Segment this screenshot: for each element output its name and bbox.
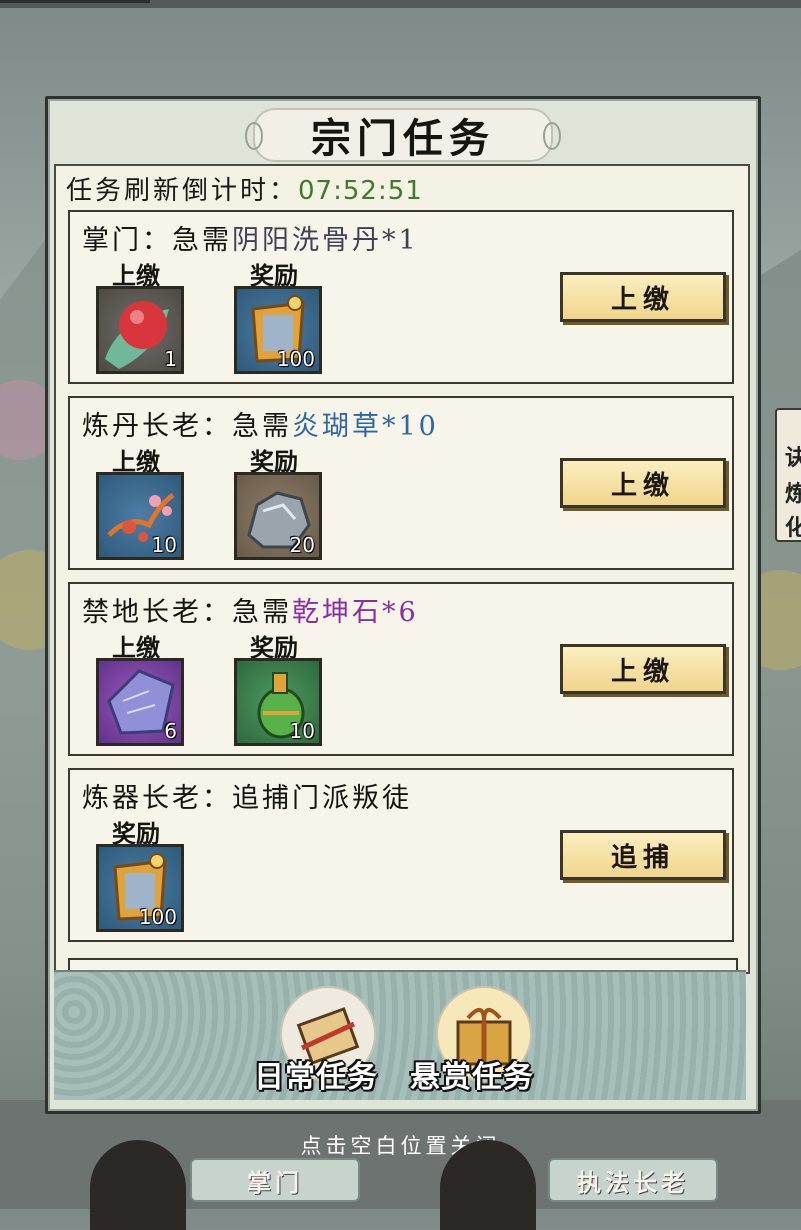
submit-button[interactable]: 上缴 [560,458,726,508]
submit-item-slot[interactable]: 10 [96,472,184,560]
item-count: *10 [382,411,439,442]
task-giver: 炼丹长老 [82,411,202,442]
reward-item-slot[interactable]: 20 [234,472,322,560]
timer-value: 07:52:51 [298,176,423,206]
submit-button[interactable]: 上缴 [560,644,726,694]
submit-button[interactable]: 上缴 [560,272,726,322]
item-count: *6 [382,597,419,628]
panel-title: 宗门任务 [245,108,561,162]
submit-item-slot[interactable]: 6 [96,658,184,746]
tab-label: 日常任务 [254,1060,378,1095]
task-title: 炼器长老：追捕门派叛徒 [82,776,412,815]
task-request: ：急需 [142,225,232,256]
item-quantity: 100 [138,905,177,929]
item-name: 阴阳洗骨丹 [232,225,382,256]
item-count: *1 [382,225,419,256]
submit-item-slot[interactable]: 1 [96,286,184,374]
task-list[interactable]: 任务刷新倒计时：07:52:51 掌门：急需阴阳洗骨丹*1 上缴 奖励 1 10… [54,164,750,974]
item-quantity: 1 [164,347,177,371]
item-quantity: 10 [151,533,177,557]
task-title: 炼丹长老：急需炎瑚草*10 [82,404,439,443]
side-notice-card[interactable]: 诀炼化 [775,408,801,542]
avatar [90,1140,186,1230]
task-request: ：追捕门派叛徒 [202,783,412,814]
task-request: ：急需 [202,597,292,628]
tab-bounty-tasks[interactable]: 悬赏任务 [410,972,556,1100]
task-card: 炼器长老：追捕门派叛徒 奖励 100 追捕 [68,768,734,942]
item-quantity: 10 [289,719,315,743]
task-title: 掌门：急需阴阳洗骨丹*1 [82,218,419,257]
task-card: 掌门：急需阴阳洗骨丹*1 上缴 奖励 1 100 上缴 [68,210,734,384]
top-status-bar [0,0,801,8]
avatar [440,1140,536,1230]
item-name: 乾坤石 [292,597,382,628]
item-quantity: 20 [289,533,315,557]
task-card: 炼丹长老：急需炎瑚草*10 上缴 奖励 10 20 上缴 [68,396,734,570]
task-giver: 炼器长老 [82,783,202,814]
task-giver: 禁地长老 [82,597,202,628]
character-title: 掌门 [190,1158,360,1202]
item-name: 炎瑚草 [292,411,382,442]
tab-daily-tasks[interactable]: 日常任务 [254,972,400,1100]
item-quantity: 6 [164,719,177,743]
pursue-button[interactable]: 追捕 [560,830,726,880]
item-quantity: 100 [276,347,315,371]
task-request: ：急需 [202,411,292,442]
task-type-tabs: 日常任务 悬赏任务 [54,970,746,1100]
task-giver: 掌门 [82,225,142,256]
character-title: 执法长老 [548,1158,718,1202]
refresh-timer: 任务刷新倒计时：07:52:51 [66,170,423,207]
reward-item-slot[interactable]: 100 [234,286,322,374]
reward-item-slot[interactable]: 100 [96,844,184,932]
task-card: 禁地长老：急需乾坤石*6 上缴 奖励 6 10 上缴 [68,582,734,756]
task-title: 禁地长老：急需乾坤石*6 [82,590,419,629]
tab-label: 悬赏任务 [410,1060,534,1095]
reward-item-slot[interactable]: 10 [234,658,322,746]
timer-label: 任务刷新倒计时： [66,176,299,206]
